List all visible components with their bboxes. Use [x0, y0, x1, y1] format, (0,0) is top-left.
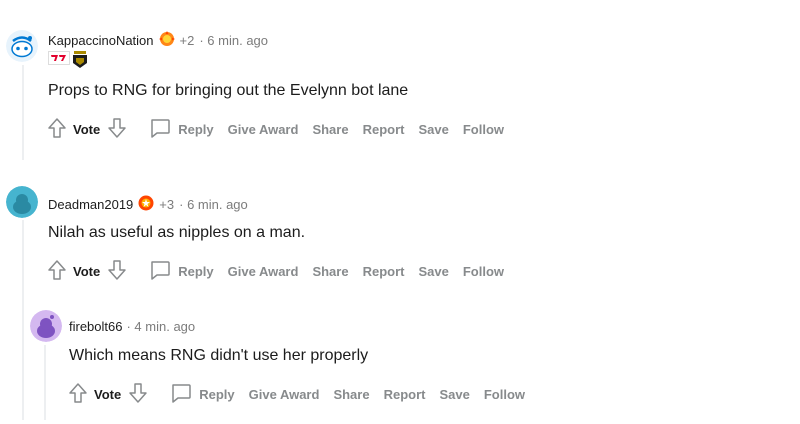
user-flair [48, 51, 88, 74]
downvote-icon[interactable] [128, 382, 148, 407]
vote-count: Vote [73, 122, 101, 137]
reply-button[interactable]: Reply [149, 260, 214, 283]
reply-button[interactable]: Reply [170, 383, 235, 406]
share-button[interactable]: Share [333, 387, 369, 402]
thread-line[interactable] [44, 345, 46, 420]
report-button[interactable]: Report [384, 387, 426, 402]
give-award-button[interactable]: Give Award [249, 387, 320, 402]
upvote-icon[interactable] [68, 382, 88, 407]
vote-count: Vote [73, 264, 101, 279]
report-button[interactable]: Report [363, 264, 405, 279]
award-icon[interactable] [158, 30, 176, 51]
downvote-icon[interactable] [107, 117, 127, 142]
timestamp[interactable]: · 6 min. ago [199, 33, 268, 48]
reply-label: Reply [178, 122, 214, 137]
save-button[interactable]: Save [418, 264, 448, 279]
comment-actions: Vote Reply Give Award Share Report Save … [47, 117, 518, 142]
username[interactable]: Deadman2019 [48, 197, 133, 212]
save-button[interactable]: Save [439, 387, 469, 402]
comment-header: KappaccinoNation +2 · 6 min. ago [48, 30, 268, 51]
downvote-icon[interactable] [107, 259, 127, 284]
comment-body: Props to RNG for bringing out the Evelyn… [48, 82, 409, 99]
follow-button[interactable]: Follow [463, 264, 504, 279]
timestamp[interactable]: · 4 min. ago [126, 319, 195, 334]
comment-icon [149, 118, 171, 141]
comment-header: firebolt66 · 4 min. ago [69, 319, 195, 334]
follow-button[interactable]: Follow [484, 387, 525, 402]
award-count[interactable]: +3 [159, 197, 174, 212]
share-button[interactable]: Share [312, 122, 348, 137]
report-button[interactable]: Report [363, 122, 405, 137]
share-button[interactable]: Share [312, 264, 348, 279]
username[interactable]: firebolt66 [69, 319, 122, 334]
vote-count: Vote [94, 387, 122, 402]
comment-icon [149, 260, 171, 283]
thread-line[interactable] [22, 220, 24, 420]
award-count[interactable]: +2 [180, 33, 195, 48]
comment-actions: Vote Reply Give Award Share Report Save … [68, 382, 539, 407]
comment-body: Nilah as useful as nipples on a man. [48, 224, 306, 241]
comment-actions: Vote Reply Give Award Share Report Save … [47, 259, 518, 284]
username[interactable]: KappaccinoNation [48, 33, 154, 48]
avatar[interactable] [6, 30, 38, 62]
gen-g-logo-icon [72, 51, 88, 74]
upvote-icon[interactable] [47, 259, 67, 284]
comment-icon [170, 383, 192, 406]
give-award-button[interactable]: Give Award [228, 264, 299, 279]
avatar[interactable] [30, 310, 62, 342]
save-button[interactable]: Save [418, 122, 448, 137]
reply-button[interactable]: Reply [149, 118, 214, 141]
timestamp[interactable]: · 6 min. ago [179, 197, 248, 212]
reply-label: Reply [199, 387, 235, 402]
comment-body: Which means RNG didn't use her properly [69, 347, 369, 364]
follow-button[interactable]: Follow [463, 122, 504, 137]
t1-logo-icon [48, 51, 70, 74]
avatar[interactable] [6, 186, 38, 218]
award-icon[interactable] [137, 194, 155, 215]
reply-label: Reply [178, 264, 214, 279]
comment-header: Deadman2019 +3 · 6 min. ago [48, 194, 248, 215]
give-award-button[interactable]: Give Award [228, 122, 299, 137]
thread-line[interactable] [22, 65, 24, 160]
upvote-icon[interactable] [47, 117, 67, 142]
